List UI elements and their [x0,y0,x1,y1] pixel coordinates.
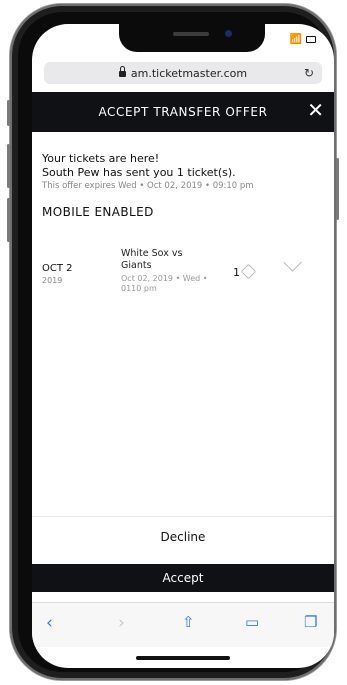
tabs-icon[interactable]: ❐ [304,613,317,631]
sender-text: South Pew has sent you 1 ticket(s). [42,166,236,179]
page-title: ACCEPT TRANSFER OFFER [98,105,268,119]
phone-frame: 📶 am.ticketmaster.com ↻ ACCEPT TRANSFER … [7,4,339,680]
bookmarks-icon[interactable]: ▭ [245,613,259,631]
url-text: am.ticketmaster.com [130,66,248,80]
volume-up-button [7,144,10,188]
ticket-quantity: 1 [233,266,240,279]
volume-down-button [7,198,10,242]
delivery-type-label: MOBILE ENABLED [42,205,154,219]
notch [119,24,265,52]
decline-button[interactable]: Decline [32,530,334,544]
mute-switch [7,100,10,126]
offer-title: Your tickets are here! [42,152,160,165]
close-icon[interactable]: ✕ [307,98,324,122]
wifi-icon: 📶 [289,34,302,45]
browser-toolbar: ‹ › ⇧ ▭ ❐ [32,602,334,647]
home-indicator[interactable] [136,656,230,660]
event-year: 2019 [42,276,63,285]
lock-icon [118,66,126,77]
ticket-tag-icon [240,263,257,280]
accept-button[interactable]: Accept [32,564,334,592]
battery-icon [306,36,316,43]
url-bar[interactable]: am.ticketmaster.com ↻ [44,62,322,84]
speaker [173,32,209,36]
event-name: White Sox vs Giants [121,248,183,271]
chevron-right-icon[interactable]: › [118,613,125,633]
power-button [336,158,339,220]
expiry-text: This offer expires Wed • Oct 02, 2019 • … [42,181,254,191]
camera-icon [225,30,232,37]
event-date: OCT 2 [42,263,73,274]
reload-icon[interactable]: ↻ [304,66,314,80]
app-header: ACCEPT TRANSFER OFFER ✕ [32,92,334,132]
chevron-down-icon[interactable] [283,253,302,272]
status-bar: 📶 [290,34,316,45]
divider [32,516,334,517]
screen: 📶 am.ticketmaster.com ↻ ACCEPT TRANSFER … [32,24,334,668]
ticket-row[interactable]: OCT 2 2019 White Sox vs Giants Oct 02, 2… [42,236,324,306]
chevron-left-icon[interactable]: ‹ [46,613,53,633]
event-datetime: Oct 02, 2019 • Wed • 0110 pm [121,274,208,293]
offer-content: Your tickets are here! South Pew has sen… [32,132,334,532]
share-icon[interactable]: ⇧ [182,613,195,631]
